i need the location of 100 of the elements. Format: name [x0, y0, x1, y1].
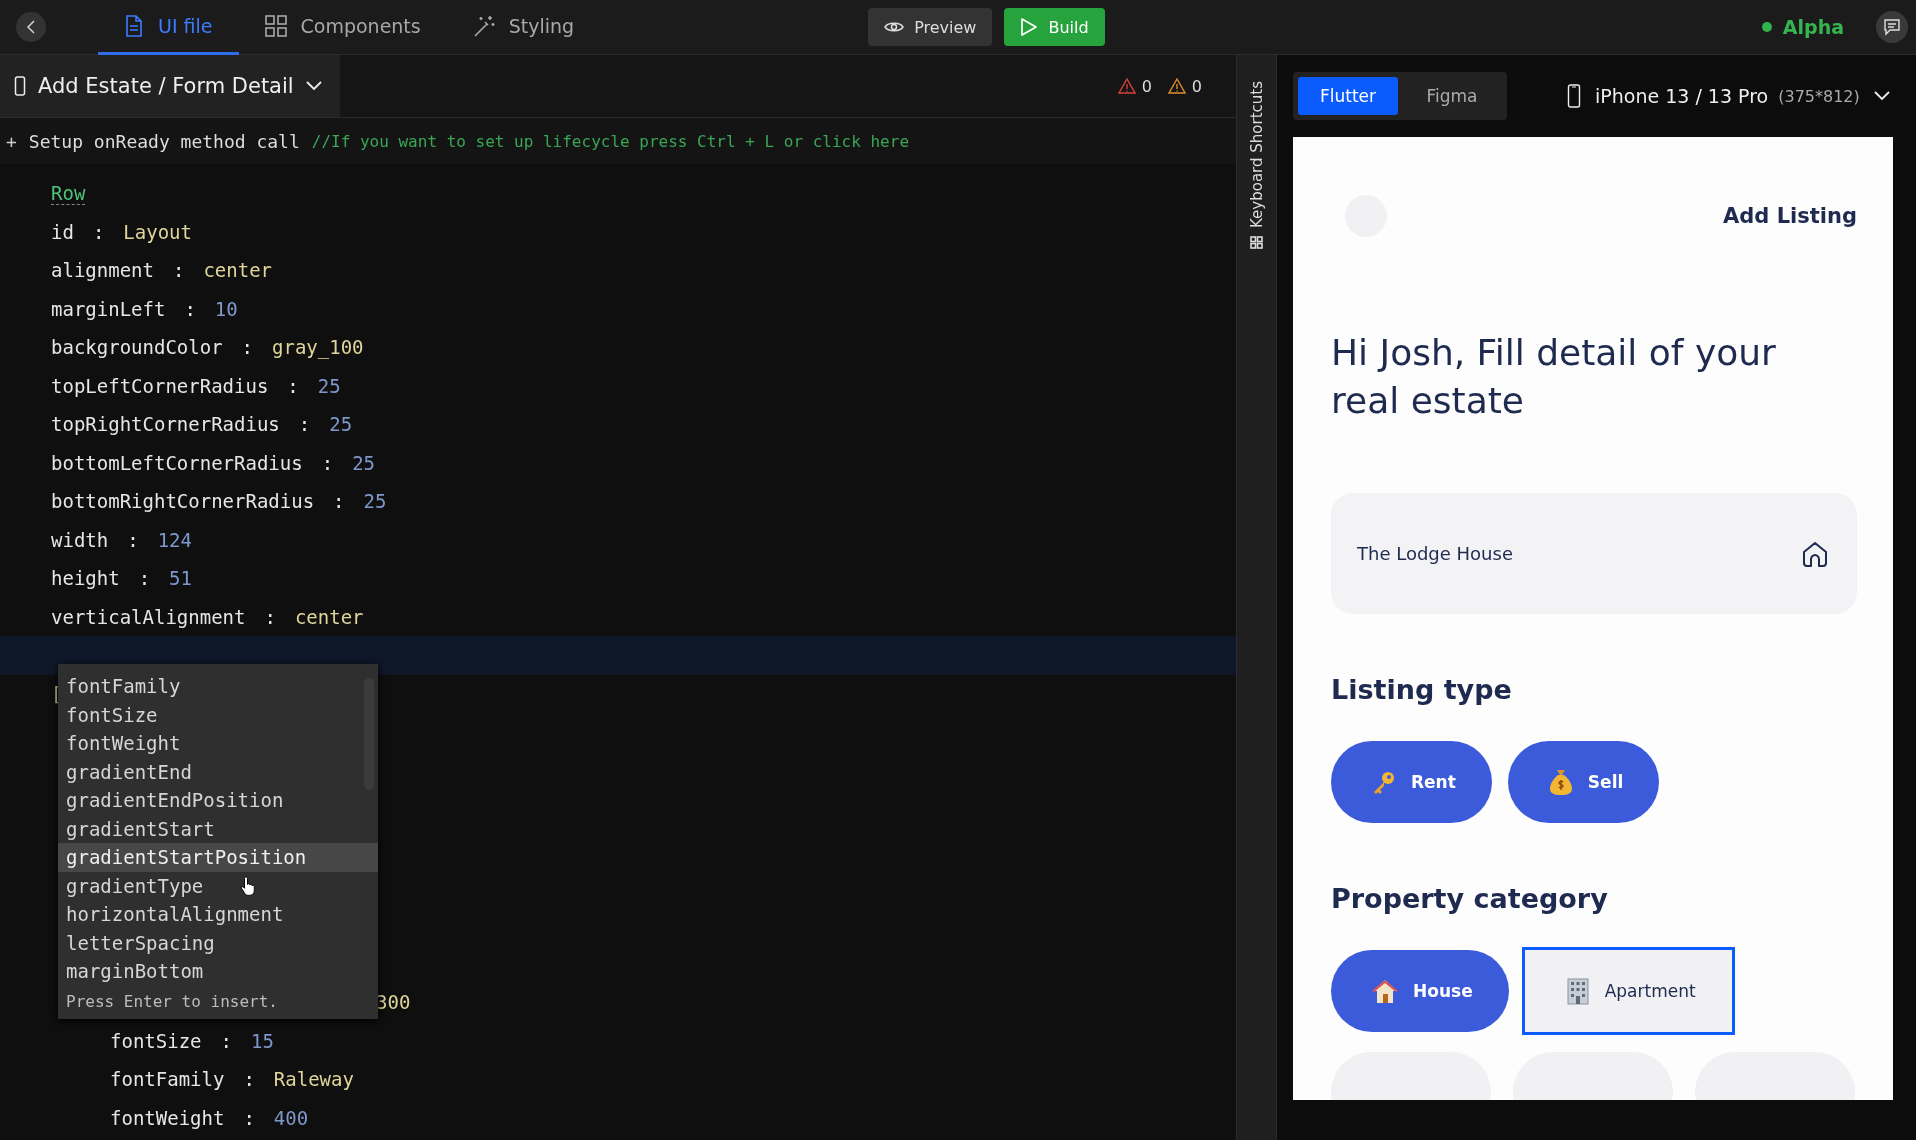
chevron-down-icon [305, 81, 322, 91]
property-name: alignment [51, 259, 154, 282]
property-name: verticalAlignment [51, 605, 246, 628]
play-icon [1020, 17, 1039, 37]
back-button[interactable] [16, 12, 46, 42]
framework-option[interactable]: Figma [1402, 77, 1502, 115]
framework-option[interactable]: Flutter [1298, 77, 1398, 115]
property-value: center [203, 259, 273, 282]
greeting-heading: Hi Josh, Fill detail of your real estate [1331, 331, 1777, 423]
option-chip[interactable]: Rent [1331, 741, 1492, 823]
phone-icon [14, 76, 26, 96]
property-value: 51 [169, 567, 192, 590]
property-name: fontSize [110, 1029, 202, 1052]
channel-label: Alpha [1782, 16, 1844, 38]
widget-name: Row [51, 181, 86, 205]
colon: : [333, 490, 345, 513]
property-value: 400 [273, 1106, 309, 1129]
colon: : [172, 259, 185, 282]
suggestion-item[interactable]: horizontalAlignment [58, 900, 378, 929]
colon: : [264, 605, 276, 628]
property-name: id [51, 220, 74, 243]
property-name: bottomRightCornerRadius [51, 490, 315, 513]
setup-method-link[interactable]: Setup onReady method call [28, 130, 300, 152]
grid-icon [264, 14, 287, 37]
section-heading: Listing type [1331, 674, 1513, 705]
property-value: 25 [352, 451, 375, 474]
suggestion-item[interactable]: fontSize [58, 700, 378, 729]
chevron-left-icon [26, 20, 36, 34]
property-value: 10 [214, 297, 238, 320]
property-name: bottomLeftCornerRadius [51, 451, 303, 474]
file-tab[interactable]: Add Estate / Form Detail [0, 55, 340, 117]
suggestion-item[interactable]: marginBottom [58, 957, 378, 986]
property-name: topRightCornerRadius [51, 413, 280, 436]
colon: : [241, 336, 254, 359]
property-name: fontFamily [110, 1068, 225, 1091]
suggestion-item[interactable]: gradientEnd [58, 757, 378, 786]
suggestion-item[interactable]: gradientEndPosition [58, 786, 378, 815]
chat-icon [1883, 18, 1901, 36]
property-value: gray_100 [272, 336, 364, 359]
tab[interactable]: Styling [446, 0, 601, 55]
code-comment: //If you want to set up lifecycle press Ctrl + L or click here [311, 131, 909, 151]
property-value: 124 [157, 528, 192, 551]
property-name: height [51, 567, 120, 590]
warning-count: 0 [1191, 76, 1202, 96]
status-dot-icon [1760, 21, 1773, 33]
tab[interactable]: Components [238, 0, 447, 55]
money-bag-icon [1547, 768, 1574, 796]
property-name: topLeftCornerRadius [51, 374, 269, 397]
add-lifecycle-icon[interactable]: + [6, 130, 17, 152]
colon: : [298, 413, 311, 436]
eye-icon [884, 20, 905, 34]
house-outline-icon [1801, 539, 1829, 568]
suggestion-item[interactable]: gradientType [58, 871, 378, 900]
device-selector[interactable]: iPhone 13 / 13 Pro (375*812) [1567, 84, 1890, 108]
property-value: 25 [363, 490, 387, 513]
name-field[interactable]: The Lodge House [1331, 493, 1857, 614]
file-icon [124, 14, 144, 37]
option-chip[interactable]: House [1331, 950, 1509, 1032]
colon: : [138, 567, 151, 590]
property-value: 15 [250, 1029, 274, 1052]
colon: : [243, 1106, 255, 1129]
colon: : [321, 451, 334, 474]
property-name: marginLeft [51, 297, 166, 320]
property-name: width [51, 528, 109, 551]
warning-icon [1167, 78, 1186, 94]
property-value: Raleway [273, 1068, 354, 1091]
grid-icon [1250, 236, 1263, 249]
colon: : [220, 1029, 232, 1052]
chat-button[interactable] [1876, 11, 1908, 43]
property-value: Layout [123, 220, 192, 243]
house-icon [1371, 978, 1399, 1004]
error-icon [1117, 78, 1136, 94]
insert-hint: Press Enter to insert. [65, 990, 279, 1013]
screen-title: Add Listing [1723, 204, 1857, 228]
colon: : [184, 297, 196, 320]
section-heading: Property category [1331, 883, 1609, 914]
property-name: backgroundColor [51, 336, 223, 359]
suggestion-item[interactable]: gradientStartPosition [58, 843, 378, 872]
option-chip[interactable]: Apartment [1524, 950, 1732, 1032]
error-count: 0 [1141, 76, 1152, 96]
hand-cursor-icon [240, 875, 258, 897]
chevron-down-icon [1873, 91, 1890, 101]
colon: : [127, 528, 139, 551]
phone-icon [1567, 84, 1581, 108]
suggestion-item[interactable]: gradientStart [58, 814, 378, 843]
building-icon [1564, 977, 1591, 1005]
property-value: 300 [376, 991, 411, 1014]
colon: : [287, 374, 299, 397]
property-value: 25 [329, 413, 353, 436]
property-value: 25 [317, 374, 341, 397]
colon: : [243, 1068, 255, 1091]
keyboard-shortcuts-tab[interactable]: Keyboard Shortcuts [1247, 55, 1266, 249]
option-chip[interactable]: Sell [1507, 741, 1660, 823]
colon: : [92, 220, 105, 243]
preview-button[interactable]: Preview [868, 8, 993, 46]
suggestion-item[interactable]: letterSpacing [58, 928, 378, 957]
suggestion-item[interactable]: fontWeight [58, 729, 378, 758]
magic-wand-icon [472, 14, 495, 37]
property-value: center [294, 605, 364, 628]
suggestion-item[interactable]: fontFamily [58, 672, 378, 701]
